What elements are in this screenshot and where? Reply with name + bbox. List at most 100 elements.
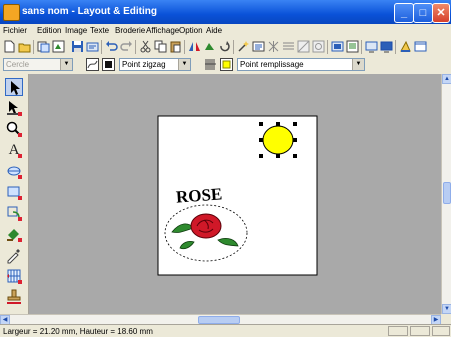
- menu-bar: Fichier Edition Image Texte Broderie Aff…: [0, 24, 451, 39]
- stitch-grid-icon[interactable]: [267, 40, 280, 53]
- text-tool[interactable]: A: [5, 141, 23, 159]
- title-bar: sans nom - Layout & Editing _ □ ✕: [0, 0, 451, 24]
- selection-handle[interactable]: [259, 122, 263, 126]
- menu-image[interactable]: Image: [65, 26, 87, 35]
- selection-handle[interactable]: [276, 122, 280, 126]
- stitch-view-icon[interactable]: [312, 40, 325, 53]
- horizontal-scroll-thumb[interactable]: [198, 316, 240, 324]
- menu-edition[interactable]: Edition: [37, 26, 61, 35]
- stamp-icon: [7, 289, 21, 304]
- selection-handle[interactable]: [293, 122, 297, 126]
- design-workspace[interactable]: ROSE: [29, 74, 441, 314]
- flip-icon[interactable]: [203, 40, 216, 53]
- selection-handle[interactable]: [293, 154, 297, 158]
- open-folder-icon[interactable]: [18, 40, 31, 53]
- submenu-indicator-icon: [18, 175, 22, 179]
- menu-broderie[interactable]: Broderie: [115, 26, 145, 35]
- toolbar-separator: [33, 40, 34, 54]
- maximize-button[interactable]: □: [413, 3, 433, 23]
- submenu-indicator-icon: [18, 238, 22, 242]
- text-layout-icon[interactable]: [252, 40, 265, 53]
- fill-color-icon[interactable]: [220, 58, 233, 71]
- undo-icon[interactable]: [105, 40, 118, 53]
- arrow-pointer-icon: [11, 81, 20, 95]
- copy-icon[interactable]: [154, 40, 167, 53]
- stitch-type-select[interactable]: Point zigzag ▼: [119, 58, 191, 71]
- design-settings-icon[interactable]: [414, 40, 427, 53]
- toolbar-separator: [327, 40, 328, 54]
- chevron-down-icon[interactable]: ▼: [60, 59, 72, 70]
- wand-icon[interactable]: [237, 40, 250, 53]
- status-panel: [388, 326, 408, 336]
- menu-aide[interactable]: Aide: [206, 26, 222, 35]
- submenu-indicator-icon: [18, 217, 22, 221]
- vertical-scroll-thumb[interactable]: [443, 182, 451, 204]
- submenu-indicator-icon: [18, 196, 22, 200]
- chevron-down-icon[interactable]: ▼: [178, 59, 190, 70]
- tool-palette: A: [0, 74, 29, 318]
- redo-icon[interactable]: [120, 40, 133, 53]
- rotate-icon[interactable]: [218, 40, 231, 53]
- selection-handle[interactable]: [259, 138, 263, 142]
- vertical-scrollbar[interactable]: ▲ ▼: [441, 74, 451, 314]
- shape-tool[interactable]: [5, 162, 23, 180]
- import-icon[interactable]: [37, 40, 50, 53]
- paste-icon[interactable]: [169, 40, 182, 53]
- selection-handle[interactable]: [276, 154, 280, 158]
- circle-shape[interactable]: [262, 125, 294, 155]
- status-panel: [432, 326, 450, 336]
- realistic-preview-icon[interactable]: [380, 40, 393, 53]
- app-icon[interactable]: [3, 4, 20, 21]
- select-tool[interactable]: [5, 78, 23, 96]
- cut-icon[interactable]: [139, 40, 152, 53]
- main-toolbar: [0, 38, 451, 57]
- rose-text-object[interactable]: ROSE: [175, 184, 223, 206]
- minimize-button[interactable]: _: [394, 3, 414, 23]
- menu-fichier[interactable]: Fichier: [3, 26, 27, 35]
- submenu-indicator-icon: [18, 280, 22, 284]
- properties-icon[interactable]: [346, 40, 359, 53]
- stitch-pattern-icon[interactable]: [282, 40, 295, 53]
- save-icon[interactable]: [71, 40, 84, 53]
- mirror-icon[interactable]: [188, 40, 201, 53]
- help-icon[interactable]: [399, 40, 412, 53]
- toolbar-separator: [361, 40, 362, 54]
- preview-icon[interactable]: [365, 40, 378, 53]
- design-canvas[interactable]: ROSE: [29, 74, 441, 314]
- toolbar-separator: [101, 40, 102, 54]
- menu-option[interactable]: Option: [179, 26, 203, 35]
- line-stitch-icon[interactable]: [86, 58, 99, 71]
- import-design-icon[interactable]: [52, 40, 65, 53]
- stitch-fill-icon[interactable]: [297, 40, 310, 53]
- scroll-down-icon[interactable]: ▼: [442, 304, 451, 314]
- selection-handle[interactable]: [259, 154, 263, 158]
- fill-type-select[interactable]: Point remplissage ▼: [237, 58, 365, 71]
- toolbar-separator: [233, 40, 234, 54]
- scroll-up-icon[interactable]: ▲: [442, 74, 451, 84]
- menu-affichage[interactable]: Affichage: [146, 26, 179, 35]
- menu-texte[interactable]: Texte: [90, 26, 109, 35]
- shape-select-value: Cercle: [6, 60, 30, 69]
- new-file-icon[interactable]: [3, 40, 16, 53]
- window-title: sans nom - Layout & Editing: [22, 6, 158, 17]
- stitch-tool[interactable]: [5, 267, 23, 285]
- stamp-tool[interactable]: [5, 288, 23, 306]
- rectangle-tool[interactable]: [5, 183, 23, 201]
- selection-handle[interactable]: [293, 138, 297, 142]
- design-page-icon[interactable]: [331, 40, 344, 53]
- shape-select[interactable]: Cercle ▼: [3, 58, 73, 71]
- submenu-indicator-icon: [18, 112, 22, 116]
- line-color-icon[interactable]: [102, 58, 115, 71]
- fill-stitch-icon[interactable]: [204, 58, 217, 71]
- send-card-icon[interactable]: [86, 40, 99, 53]
- submenu-indicator-icon: [18, 133, 22, 137]
- outline-tool[interactable]: [5, 204, 23, 222]
- zoom-tool[interactable]: [5, 120, 23, 138]
- point-edit-tool[interactable]: [5, 99, 23, 117]
- rose-petal: [190, 213, 222, 239]
- paint-tool[interactable]: [5, 225, 23, 243]
- stitch-type-select-value: Point zigzag: [122, 60, 166, 69]
- eyedropper-tool[interactable]: [5, 246, 23, 264]
- chevron-down-icon[interactable]: ▼: [352, 59, 364, 70]
- close-button[interactable]: ✕: [432, 3, 450, 23]
